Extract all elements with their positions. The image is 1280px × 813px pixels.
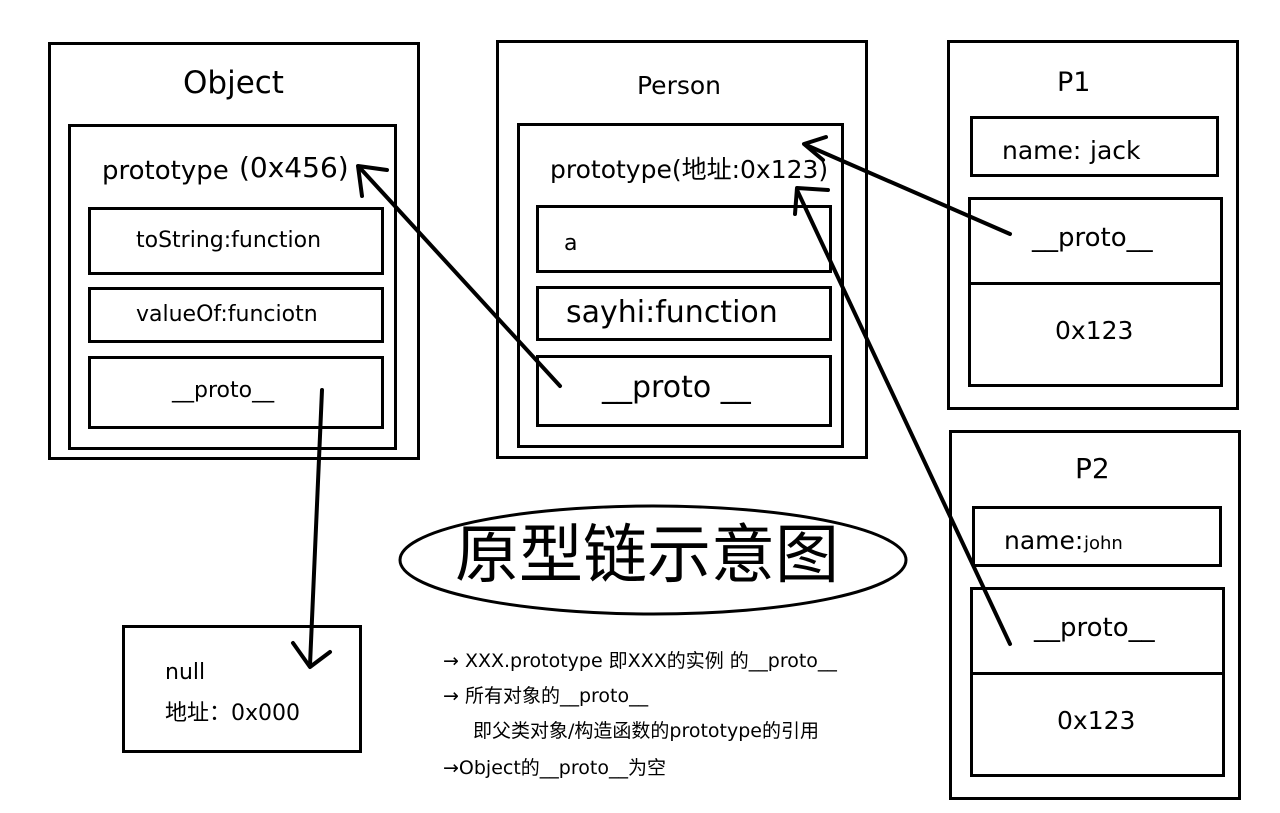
p2-title: P2 [1075,452,1110,485]
object-field-tostring-label: toString:function [136,228,322,253]
p2-proto-label: __proto__ [1034,613,1155,643]
p2-name-label: name: [1004,526,1084,555]
note-4: →Object的__proto__为空 [443,757,666,779]
note-2: → 所有对象的__proto__ [443,685,649,707]
person-prototype-label: prototype(地址:0x123) [550,155,829,184]
p1-title: P1 [1057,67,1091,98]
person-title: Person [637,71,722,100]
p2-name-value: john [1084,533,1123,554]
object-title: Object [183,65,284,101]
diagram-title: 原型链示意图 [455,519,839,593]
p1-name-value: jack [1090,136,1141,165]
object-field-valueof-label: valueOf:funciotn [136,302,318,327]
object-prototype-address: (0x456) [239,151,349,184]
object-prototype-label: prototype [102,156,229,186]
person-field-proto-label: __proto __ [602,370,751,405]
person-field-a [536,205,832,273]
p2-proto-address: 0x123 [1057,706,1136,735]
note-3: 即父类对象/构造函数的prototype的引用 [473,720,819,742]
person-field-a-label: a [564,231,578,256]
null-label: null [165,660,206,685]
null-address: 地址：0x000 [165,701,301,726]
p1-name-label: name: [1002,136,1082,165]
p1-proto-divider [968,282,1223,285]
note-1: → XXX.prototype 即XXX的实例 的__proto__ [443,650,837,672]
p1-proto-address: 0x123 [1055,316,1134,345]
object-field-proto-label: __proto__ [172,378,275,403]
p1-proto-label: __proto__ [1032,223,1153,253]
null-box [122,625,362,753]
person-field-sayhi-label: sayhi:function [566,295,778,330]
p2-proto-divider [970,672,1225,675]
